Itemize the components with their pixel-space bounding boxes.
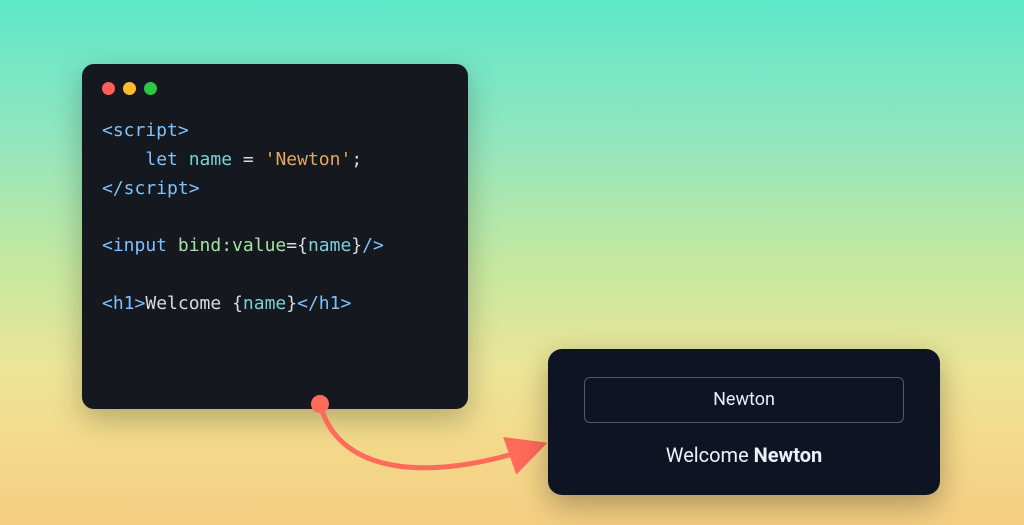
code-token: 'Newton'	[265, 149, 352, 170]
code-token: ;	[351, 149, 362, 170]
welcome-heading-prefix: Welcome	[666, 443, 754, 467]
code-token: {	[297, 235, 308, 256]
code-block: <script> let name = 'Newton'; </script> …	[102, 117, 448, 319]
code-token	[178, 149, 189, 170]
code-token: =	[243, 149, 254, 170]
code-token	[232, 149, 243, 170]
code-token: <script>	[102, 120, 189, 141]
name-input[interactable]: Newton	[584, 377, 904, 423]
code-token: }	[351, 235, 362, 256]
code-token: </script>	[102, 178, 200, 199]
code-token: <input	[102, 235, 167, 256]
minimize-icon	[123, 82, 136, 95]
code-token	[167, 235, 178, 256]
code-token: name	[243, 293, 286, 314]
close-icon	[102, 82, 115, 95]
code-token	[102, 149, 145, 170]
maximize-icon	[144, 82, 157, 95]
window-controls	[102, 82, 448, 95]
welcome-heading-name: Newton	[754, 443, 823, 467]
code-token	[254, 149, 265, 170]
output-preview-window: Newton Welcome Newton	[548, 349, 940, 495]
code-token: <h1>	[102, 293, 145, 314]
code-token: </h1>	[297, 293, 351, 314]
code-token: let	[145, 149, 178, 170]
welcome-heading: Welcome Newton	[666, 443, 823, 467]
code-token: {	[232, 293, 243, 314]
code-token: name	[189, 149, 232, 170]
code-token: Welcome	[145, 293, 232, 314]
code-token: />	[362, 235, 384, 256]
code-token: =	[286, 235, 297, 256]
code-token: bind:value	[178, 235, 286, 256]
code-token: }	[286, 293, 297, 314]
code-token: name	[308, 235, 351, 256]
code-editor-window: <script> let name = 'Newton'; </script> …	[82, 64, 468, 409]
